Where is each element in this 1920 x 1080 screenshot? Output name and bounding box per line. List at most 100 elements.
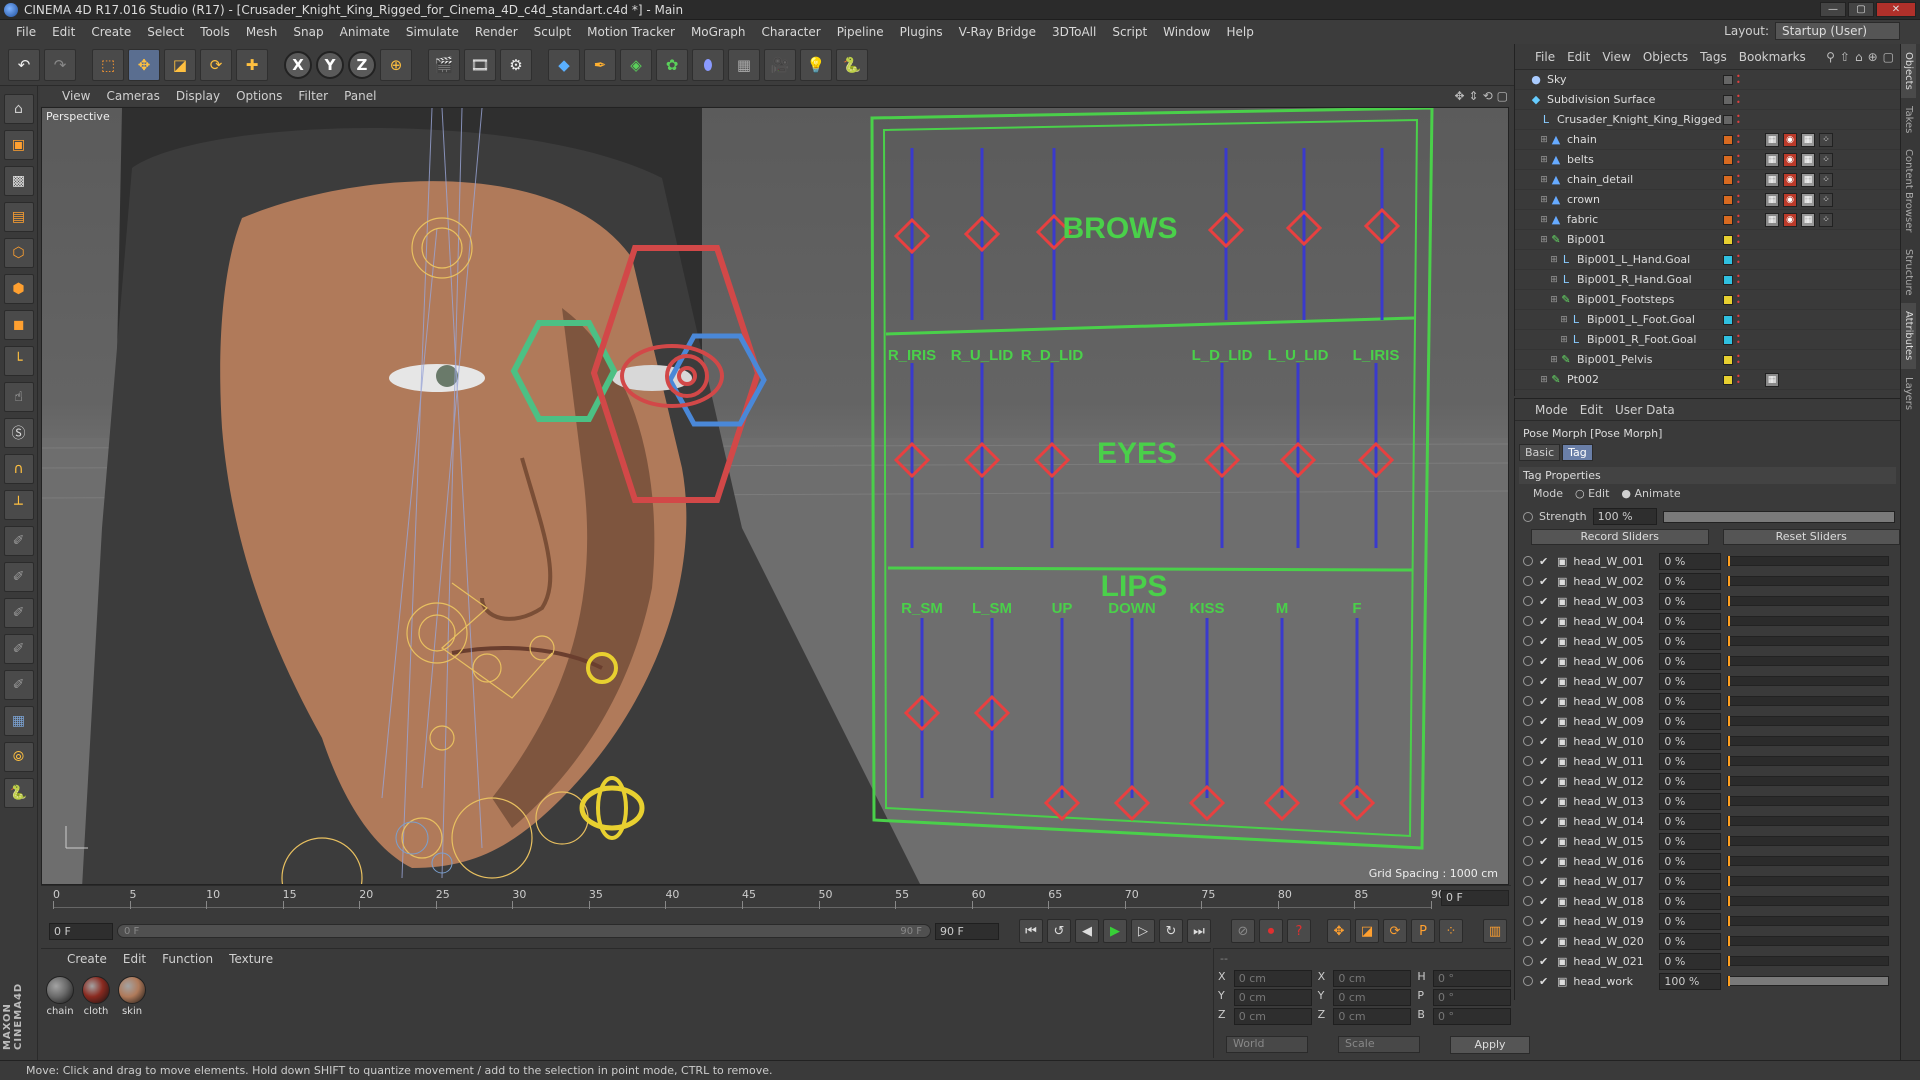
morph-slider[interactable]: [1727, 556, 1890, 566]
enabled-checkbox[interactable]: ✔: [1539, 855, 1551, 868]
coord-field[interactable]: 0 cm: [1233, 970, 1312, 987]
enabled-checkbox[interactable]: ✔: [1539, 975, 1551, 988]
strength-slider[interactable]: [1662, 510, 1895, 523]
tag-icon[interactable]: ⁘: [1819, 152, 1833, 167]
scale-icon[interactable]: ◪: [164, 48, 196, 81]
tag-icon[interactable]: ▦: [1765, 192, 1779, 207]
camera-icon[interactable]: 🎥: [764, 48, 796, 81]
object-menu-tags[interactable]: Tags: [1694, 50, 1733, 64]
menu-create[interactable]: Create: [83, 25, 139, 39]
layer-color-swatch[interactable]: [1723, 154, 1733, 165]
layer-color-swatch[interactable]: [1723, 274, 1733, 285]
object-row-bip001[interactable]: ⊞ ✎ Bip001 • •: [1515, 230, 1900, 250]
layer-color-swatch[interactable]: [1723, 254, 1733, 265]
visibility-dots-icon[interactable]: • •: [1736, 172, 1741, 186]
morph-value-field[interactable]: 0 %: [1659, 592, 1722, 610]
object-row-chain[interactable]: ⊞ ▲ chain • • ▦ ◉ ▦ ⁘: [1515, 130, 1900, 150]
morph-slider[interactable]: [1727, 816, 1890, 826]
make-editable-icon[interactable]: ⌂: [3, 94, 34, 124]
layer-color-swatch[interactable]: [1723, 94, 1733, 105]
animate-radio[interactable]: [1523, 736, 1533, 746]
material-menu-create[interactable]: Create: [61, 952, 113, 966]
array-icon[interactable]: ✿: [656, 48, 688, 81]
menu-motion-tracker[interactable]: Motion Tracker: [579, 25, 683, 39]
tag-icon[interactable]: ▦: [1801, 152, 1815, 167]
tab-tag[interactable]: Tag: [1562, 444, 1593, 461]
layer-color-swatch[interactable]: [1723, 314, 1733, 325]
morph-value-field[interactable]: 0 %: [1659, 792, 1722, 810]
expand-icon[interactable]: ⊕: [1868, 50, 1878, 64]
animate-radio[interactable]: [1523, 796, 1533, 806]
menu-pipeline[interactable]: Pipeline: [829, 25, 892, 39]
expand-toggle-icon[interactable]: ⊞: [1539, 235, 1549, 245]
3d-viewport[interactable]: BROWS EYES LIPS R_IRIS R_U_LID R_D_LID L_D_…: [41, 107, 1509, 885]
move-icon[interactable]: ✥: [128, 48, 160, 81]
animate-radio[interactable]: [1523, 896, 1533, 906]
animate-radio[interactable]: [1523, 636, 1533, 646]
next-frame-icon[interactable]: ▷: [1131, 919, 1155, 943]
morph-value-field[interactable]: 0 %: [1659, 672, 1722, 690]
enabled-checkbox[interactable]: ✔: [1539, 675, 1551, 688]
visibility-dots-icon[interactable]: • •: [1736, 292, 1741, 306]
enabled-checkbox[interactable]: ✔: [1539, 875, 1551, 888]
morph-slider[interactable]: [1727, 936, 1890, 946]
enabled-checkbox[interactable]: ✔: [1539, 895, 1551, 908]
side-tab-takes[interactable]: Takes: [1901, 98, 1916, 141]
undo-icon[interactable]: ↶: [8, 48, 40, 81]
morph-value-field[interactable]: 0 %: [1659, 932, 1722, 950]
animate-radio[interactable]: [1523, 656, 1533, 666]
object-row-fabric[interactable]: ⊞ ▲ fabric • • ▦ ◉ ▦ ⁘: [1515, 210, 1900, 230]
autokey-icon[interactable]: ⏺: [1259, 919, 1283, 943]
minimize-button[interactable]: —: [1820, 2, 1846, 17]
coord-field[interactable]: 0 °: [1433, 989, 1511, 1006]
animate-radio[interactable]: [1523, 916, 1533, 926]
morph-slider[interactable]: [1727, 956, 1890, 966]
enabled-checkbox[interactable]: ✔: [1539, 655, 1551, 668]
home-icon[interactable]: ⌂: [1855, 50, 1863, 64]
python-icon[interactable]: 🐍: [836, 48, 868, 81]
menu-simulate[interactable]: Simulate: [398, 25, 467, 39]
record-rotation-icon[interactable]: ⟳: [1383, 919, 1407, 943]
viewport-menu-filter[interactable]: Filter: [290, 89, 336, 103]
side-tab-objects[interactable]: Objects: [1901, 44, 1916, 98]
mode-animate-radio[interactable]: ● Animate: [1621, 487, 1680, 500]
viewport-menu-panel[interactable]: Panel: [336, 89, 384, 103]
morph-slider[interactable]: [1727, 896, 1890, 906]
enabled-checkbox[interactable]: ✔: [1539, 775, 1551, 788]
smooth-icon[interactable]: ✐: [3, 670, 34, 700]
object-row-sky[interactable]: ● Sky • •: [1515, 70, 1900, 90]
grid-icon[interactable]: ▦: [3, 706, 34, 736]
menu-character[interactable]: Character: [753, 25, 828, 39]
expand-toggle-icon[interactable]: ⊞: [1539, 195, 1549, 205]
animate-radio[interactable]: [1523, 696, 1533, 706]
tag-icon[interactable]: ⁘: [1819, 132, 1833, 147]
menu-script[interactable]: Script: [1104, 25, 1155, 39]
layer-color-swatch[interactable]: [1723, 334, 1733, 345]
menu-file[interactable]: File: [8, 25, 44, 39]
snap-icon[interactable]: Ⓢ: [3, 418, 34, 448]
object-row-subdivision-surface[interactable]: ◆ Subdivision Surface • •: [1515, 90, 1900, 110]
visibility-dots-icon[interactable]: • •: [1736, 112, 1741, 126]
tag-icon[interactable]: ▦: [1801, 172, 1815, 187]
tag-icon[interactable]: ▦: [1801, 212, 1815, 227]
points-mode-icon[interactable]: ⬡: [3, 238, 34, 268]
y-axis-button[interactable]: Y: [316, 50, 344, 79]
tag-icon[interactable]: ▦: [1801, 132, 1815, 147]
keyframe-selection-icon[interactable]: ?: [1287, 919, 1311, 943]
morph-value-field[interactable]: 0 %: [1659, 872, 1722, 890]
menu-edit[interactable]: Edit: [44, 25, 83, 39]
morph-value-field[interactable]: 0 %: [1659, 752, 1722, 770]
texture-mode-icon[interactable]: ▩: [3, 166, 34, 196]
expand-toggle-icon[interactable]: ⊞: [1549, 255, 1559, 265]
brush-icon[interactable]: ✐: [3, 526, 34, 556]
morph-value-field[interactable]: 0 %: [1659, 772, 1722, 790]
play-icon[interactable]: ▶: [1103, 919, 1127, 943]
enabled-checkbox[interactable]: ✔: [1539, 815, 1551, 828]
python-script-icon[interactable]: 🐍: [3, 778, 34, 808]
layer-color-swatch[interactable]: [1723, 74, 1733, 85]
add-icon[interactable]: ✚: [236, 48, 268, 81]
enabled-checkbox[interactable]: ✔: [1539, 795, 1551, 808]
record-position-icon[interactable]: ✥: [1327, 919, 1351, 943]
coord-field[interactable]: 0 cm: [1333, 1008, 1412, 1025]
morph-value-field[interactable]: 0 %: [1659, 692, 1722, 710]
